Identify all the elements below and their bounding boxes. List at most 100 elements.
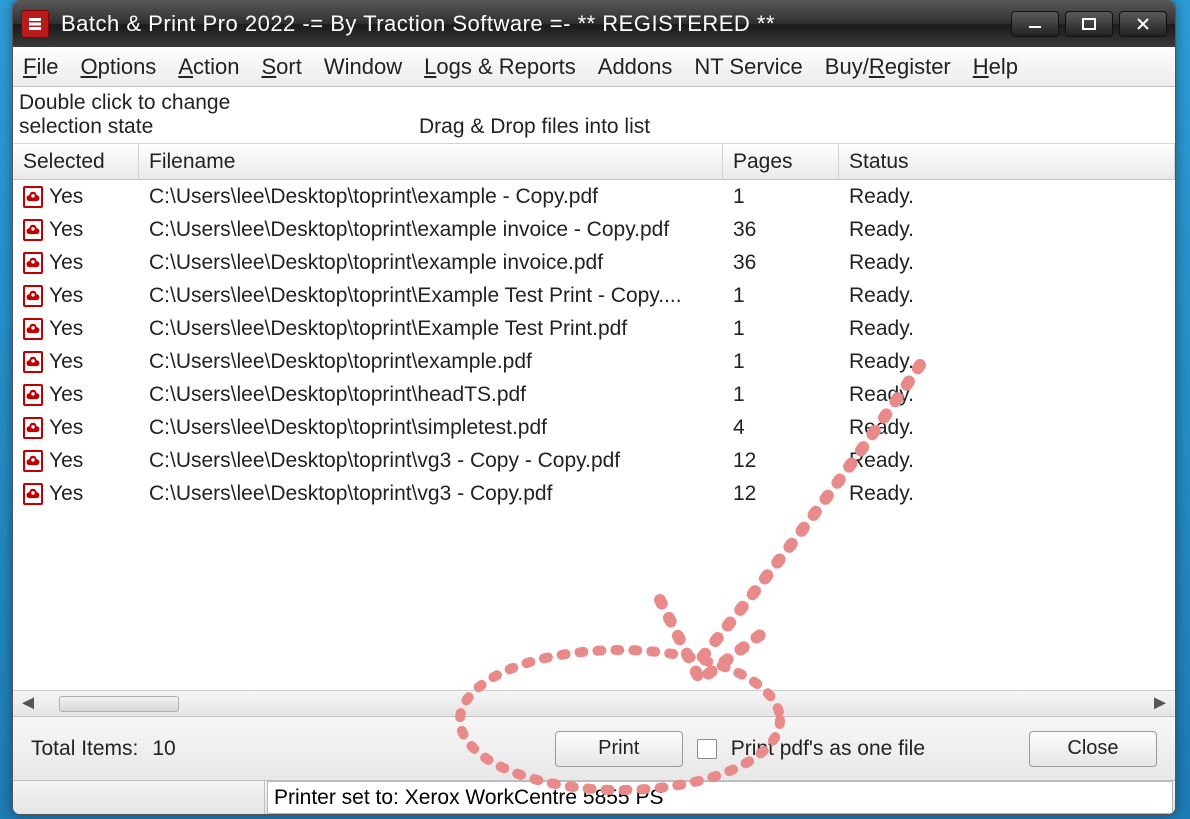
cell-selected[interactable]: Yes <box>13 416 139 440</box>
print-one-file-checkbox[interactable] <box>697 739 717 759</box>
close-app-button[interactable]: Close <box>1029 731 1157 767</box>
selected-value: Yes <box>49 350 83 374</box>
table-row[interactable]: YesC:\Users\lee\Desktop\toprint\Example … <box>13 279 1175 312</box>
cell-status: Ready. <box>839 218 1175 242</box>
table-row[interactable]: Yes C:\Users\lee\Desktop\toprint\vg3 - Co… <box>13 444 1175 477</box>
menu-buy-register[interactable]: Buy/Register <box>825 54 951 80</box>
status-well-left <box>13 781 265 814</box>
selected-value: Yes <box>49 317 83 341</box>
cell-selected[interactable]: Yes <box>13 449 139 473</box>
table-row[interactable]: YesC:\Users\lee\Desktop\toprint\headTS.p… <box>13 378 1175 411</box>
column-filename[interactable]: Filename <box>139 144 723 179</box>
pdf-icon <box>23 252 43 274</box>
pdf-icon <box>23 483 43 505</box>
column-pages[interactable]: Pages <box>723 144 839 179</box>
menu-help[interactable]: Help <box>973 54 1018 80</box>
close-button[interactable] <box>1119 11 1167 37</box>
cell-pages: 36 <box>723 218 839 242</box>
cell-status: Ready. <box>839 350 1175 374</box>
cell-pages: 1 <box>723 284 839 308</box>
table-row[interactable]: Yes C:\Users\lee\Desktop\toprint\example.… <box>13 345 1175 378</box>
scroll-track[interactable] <box>39 696 1149 712</box>
total-items-label: Total Items: <box>31 737 138 761</box>
cell-pages: 1 <box>723 350 839 374</box>
file-list[interactable]: YesC:\Users\lee\Desktop\toprint\example … <box>13 180 1175 690</box>
cell-selected[interactable]: Yes <box>13 185 139 209</box>
cell-status: Ready. <box>839 383 1175 407</box>
pdf-icon <box>23 384 43 406</box>
column-status[interactable]: Status <box>839 144 1175 179</box>
cell-selected[interactable]: Yes <box>13 218 139 242</box>
cell-filename: C:\Users\lee\Desktop\toprint\example inv… <box>139 218 723 242</box>
cell-filename: C:\Users\lee\Desktop\toprint\headTS.pdf <box>139 383 723 407</box>
scroll-left-icon[interactable]: ◄ <box>17 694 39 714</box>
cell-pages: 1 <box>723 383 839 407</box>
status-bar: Printer set to: Xerox WorkCentre 5855 PS <box>13 780 1175 814</box>
menu-action[interactable]: Action <box>178 54 239 80</box>
selected-value: Yes <box>49 416 83 440</box>
selected-value: Yes <box>49 218 83 242</box>
cell-filename: C:\Users\lee\Desktop\toprint\Example Tes… <box>139 317 723 341</box>
selected-value: Yes <box>49 482 83 506</box>
cell-selected[interactable]: Yes <box>13 350 139 374</box>
selected-value: Yes <box>49 251 83 275</box>
selected-value: Yes <box>49 449 83 473</box>
table-row[interactable]: Yes C:\Users\lee\Desktop\toprint\vg3 - Co… <box>13 477 1175 510</box>
hint-drag-drop: Drag & Drop files into list <box>259 115 1169 139</box>
pdf-icon <box>23 417 43 439</box>
selected-value: Yes <box>49 185 83 209</box>
pdf-icon <box>23 285 43 307</box>
cell-pages: 36 <box>723 251 839 275</box>
cell-selected[interactable]: Yes <box>13 251 139 275</box>
table-row[interactable]: Yes C:\Users\lee\Desktop\toprint\example … <box>13 213 1175 246</box>
pdf-icon <box>23 186 43 208</box>
cell-status: Ready. <box>839 251 1175 275</box>
cell-status: Ready. <box>839 317 1175 341</box>
cell-selected[interactable]: Yes <box>13 284 139 308</box>
menu-addons[interactable]: Addons <box>598 54 673 80</box>
cell-status: Ready. <box>839 449 1175 473</box>
app-window: Batch & Print Pro 2022 -= By Traction So… <box>12 0 1176 815</box>
pdf-icon <box>23 318 43 340</box>
bottom-panel: Total Items: 10 Print Print pdf's as one… <box>13 716 1175 780</box>
print-button[interactable]: Print <box>555 731 683 767</box>
minimize-button[interactable] <box>1011 11 1059 37</box>
table-row[interactable]: Yes C:\Users\lee\Desktop\toprint\example … <box>13 180 1175 213</box>
hint-double-click: Double click to change selection state <box>19 91 259 139</box>
pdf-icon <box>23 450 43 472</box>
pdf-icon <box>23 351 43 373</box>
menu-sort[interactable]: Sort <box>261 54 301 80</box>
menu-bar: File Options Action Sort Window Logs & Report… <box>13 47 1175 87</box>
column-selected[interactable]: Selected <box>13 144 139 179</box>
cell-selected[interactable]: Yes <box>13 383 139 407</box>
hint-row: Double click to change selection state D… <box>13 87 1175 144</box>
cell-filename: C:\Users\lee\Desktop\toprint\example - C… <box>139 185 723 209</box>
maximize-button[interactable] <box>1065 11 1113 37</box>
scroll-right-icon[interactable]: ► <box>1149 694 1171 714</box>
menu-nt-service[interactable]: NT Service <box>694 54 802 80</box>
pdf-icon <box>23 219 43 241</box>
cell-selected[interactable]: Yes <box>13 482 139 506</box>
menu-window[interactable]: Window <box>324 54 402 80</box>
menu-options[interactable]: Options <box>80 54 156 80</box>
cell-filename: C:\Users\lee\Desktop\toprint\example inv… <box>139 251 723 275</box>
cell-pages: 12 <box>723 449 839 473</box>
cell-status: Ready. <box>839 284 1175 308</box>
print-one-file-label: Print pdf's as one file <box>731 737 925 761</box>
table-row[interactable]: Yes C:\Users\lee\Desktop\toprint\example … <box>13 246 1175 279</box>
cell-filename: C:\Users\lee\Desktop\toprint\vg3 - Copy.… <box>139 482 723 506</box>
cell-filename: C:\Users\lee\Desktop\toprint\Example Tes… <box>139 284 723 308</box>
table-row[interactable]: Yes C:\Users\lee\Desktop\toprint\simplete… <box>13 411 1175 444</box>
cell-pages: 1 <box>723 317 839 341</box>
scroll-thumb[interactable] <box>59 696 179 712</box>
cell-filename: C:\Users\lee\Desktop\toprint\simpletest.… <box>139 416 723 440</box>
menu-logs-reports[interactable]: Logs & Reports <box>424 54 576 80</box>
horizontal-scrollbar[interactable]: ◄ ► <box>13 690 1175 716</box>
cell-filename: C:\Users\lee\Desktop\toprint\example.pdf <box>139 350 723 374</box>
table-row[interactable]: Yes C:\Users\lee\Desktop\toprint\Example … <box>13 312 1175 345</box>
cell-filename: C:\Users\lee\Desktop\toprint\vg3 - Copy … <box>139 449 723 473</box>
cell-selected[interactable]: Yes <box>13 317 139 341</box>
menu-file[interactable]: File <box>23 54 58 80</box>
title-bar[interactable]: Batch & Print Pro 2022 -= By Traction So… <box>13 1 1175 47</box>
total-items-value: 10 <box>152 737 175 761</box>
